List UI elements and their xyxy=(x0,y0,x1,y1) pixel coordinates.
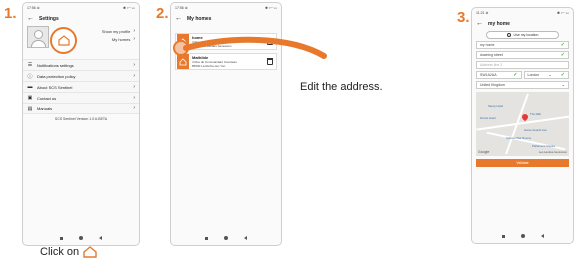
android-nav-bar xyxy=(472,229,573,243)
location-map[interactable]: Savoy Hotel Dorset Hotel The Mall Horse … xyxy=(476,92,569,156)
country-select[interactable]: United Kingdom ⌄ xyxy=(476,81,569,89)
chevron-down-icon: ⌄ xyxy=(548,72,552,77)
home-name-value: my home xyxy=(480,43,495,47)
back-arrow-icon[interactable]: ← xyxy=(476,20,483,27)
chevron-down-icon: ⌄ xyxy=(561,82,565,87)
recent-apps-icon[interactable] xyxy=(501,234,505,238)
map-corner-label: Les Landes-Genusson xyxy=(538,150,567,154)
home-nav-icon[interactable] xyxy=(520,234,525,238)
check-icon: ✓ xyxy=(513,71,518,78)
postcode-value: SW1A2AA xyxy=(480,73,497,77)
map-label: Cabinet War Rooms xyxy=(506,136,532,140)
use-location-label: Use my location xyxy=(513,33,539,37)
map-label: Horse Guards Ave xyxy=(524,128,547,132)
click-on-caption: Click on xyxy=(40,246,97,258)
address-line2-field[interactable]: Address line 2 xyxy=(476,61,569,69)
country-value: United Kingdom xyxy=(480,83,505,87)
back-nav-icon[interactable] xyxy=(540,234,544,238)
edit-home-header: ← my home xyxy=(472,18,573,29)
status-time: 11:21 ⊛ xyxy=(476,11,489,15)
postcode-field[interactable]: SW1A2AA ✓ xyxy=(476,71,522,79)
map-label: Parliament Square xyxy=(532,144,556,148)
map-label: Dorset Hotel xyxy=(480,116,496,120)
location-target-icon xyxy=(506,33,511,37)
city-select[interactable]: London ⌄ ✓ xyxy=(523,71,569,79)
map-label: The Mall xyxy=(530,112,541,116)
edit-address-caption: Edit the address. xyxy=(300,81,383,93)
validate-label: Validate xyxy=(516,161,529,165)
city-value: London xyxy=(527,73,540,77)
use-location-button[interactable]: Use my location xyxy=(486,31,559,39)
google-logo: Google xyxy=(478,150,490,154)
postcode-city-row: SW1A2AA ✓ London ⌄ ✓ xyxy=(476,71,569,79)
phone-edit-home-screen: 11:21 ⊛ ✱ ▿◔ ▭ ← my home Use my location… xyxy=(471,7,574,244)
status-icons: ✱ ▿◔ ▭ xyxy=(556,11,569,15)
house-icon xyxy=(83,246,97,258)
address-line2-placeholder: Address line 2 xyxy=(480,63,503,67)
check-icon: ✓ xyxy=(560,71,565,78)
map-pin-icon xyxy=(520,112,530,122)
validate-button[interactable]: Validate xyxy=(476,159,569,167)
home-name-field[interactable]: my home ✓ xyxy=(476,41,569,49)
street-value: downing street xyxy=(480,53,503,57)
street-field[interactable]: downing street ✓ xyxy=(476,51,569,59)
status-bar: 11:21 ⊛ ✱ ▿◔ ▭ xyxy=(472,8,573,18)
page-title: my home xyxy=(488,20,510,27)
map-label: Savoy Hotel xyxy=(488,104,504,108)
click-on-label: Click on xyxy=(40,246,80,258)
check-icon: ✓ xyxy=(560,51,565,58)
check-icon: ✓ xyxy=(560,41,565,48)
